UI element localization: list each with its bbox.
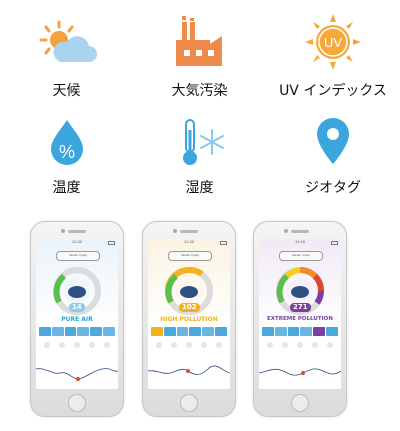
weather-icon <box>39 20 97 62</box>
feature-label: UV インデックス <box>279 83 387 99</box>
aqi-status: HIGH POLLUTION <box>160 316 218 323</box>
trend-chart <box>36 368 118 381</box>
feature-air-pollution: 大気汚染 <box>133 0 266 110</box>
aqi-status: PURE AIR <box>61 316 93 323</box>
percent-drop-icon: % <box>50 120 83 165</box>
factory-icon <box>175 16 222 66</box>
phone-pure-air: 12:00 Verein Quay 14 PURE AIR <box>30 221 124 417</box>
trend-chart <box>148 365 230 375</box>
app-screen: 12:00 Verein Quay 271 EXTREME POLLUTION <box>259 239 341 389</box>
forecast-row <box>262 338 338 352</box>
status-bar: 12:00 <box>36 239 118 246</box>
home-button[interactable] <box>180 394 198 412</box>
feature-label: 天候 <box>52 83 81 99</box>
location-field[interactable]: Verein Quay <box>279 251 323 261</box>
feature-label: 大気汚染 <box>171 83 228 99</box>
metric-chips[interactable] <box>262 327 338 336</box>
forecast-row <box>39 338 115 352</box>
metric-chips[interactable] <box>151 327 227 336</box>
location-pin-icon <box>317 118 349 164</box>
feature-label: ジオタグ <box>305 180 361 196</box>
feature-uv-index: UV UV インデックス <box>266 0 400 110</box>
aqi-value: 14 <box>69 303 85 312</box>
home-button[interactable] <box>291 394 309 412</box>
aqi-value: 102 <box>179 303 200 312</box>
location-field[interactable]: Verein Quay <box>168 251 212 261</box>
feature-geotag: ジオタグ <box>266 110 400 210</box>
status-bar: 12:00 <box>259 239 341 246</box>
feature-weather: 天候 <box>0 0 133 110</box>
thermometer-snowflake-icon <box>182 119 224 165</box>
status-bar: 12:00 <box>148 239 230 246</box>
home-button[interactable] <box>68 394 86 412</box>
forecast-row <box>151 338 227 352</box>
phone-extreme-pollution: 12:00 Verein Quay 271 EXTREME POLLUTION <box>253 221 347 417</box>
app-screen: 12:00 Verein Quay 102 HIGH POLLUTION <box>148 239 230 389</box>
svg-text:%: % <box>58 142 74 162</box>
metric-chips[interactable] <box>39 327 115 336</box>
aqi-value: 271 <box>290 303 311 312</box>
feature-label: 温度 <box>52 180 81 196</box>
phone-high-pollution: 12:00 Verein Quay 102 HIGH POLLUTION <box>142 221 236 417</box>
uv-sun-icon: UV <box>305 14 361 70</box>
svg-text:UV: UV <box>324 35 342 50</box>
app-screen: 12:00 Verein Quay 14 PURE AIR <box>36 239 118 389</box>
feature-humidity: 湿度 <box>133 110 266 210</box>
feature-temperature: % 温度 <box>0 110 133 210</box>
feature-label: 湿度 <box>185 180 214 196</box>
aqi-status: EXTREME POLLUTION <box>267 316 333 322</box>
trend-chart <box>259 368 341 376</box>
location-field[interactable]: Verein Quay <box>56 251 100 261</box>
